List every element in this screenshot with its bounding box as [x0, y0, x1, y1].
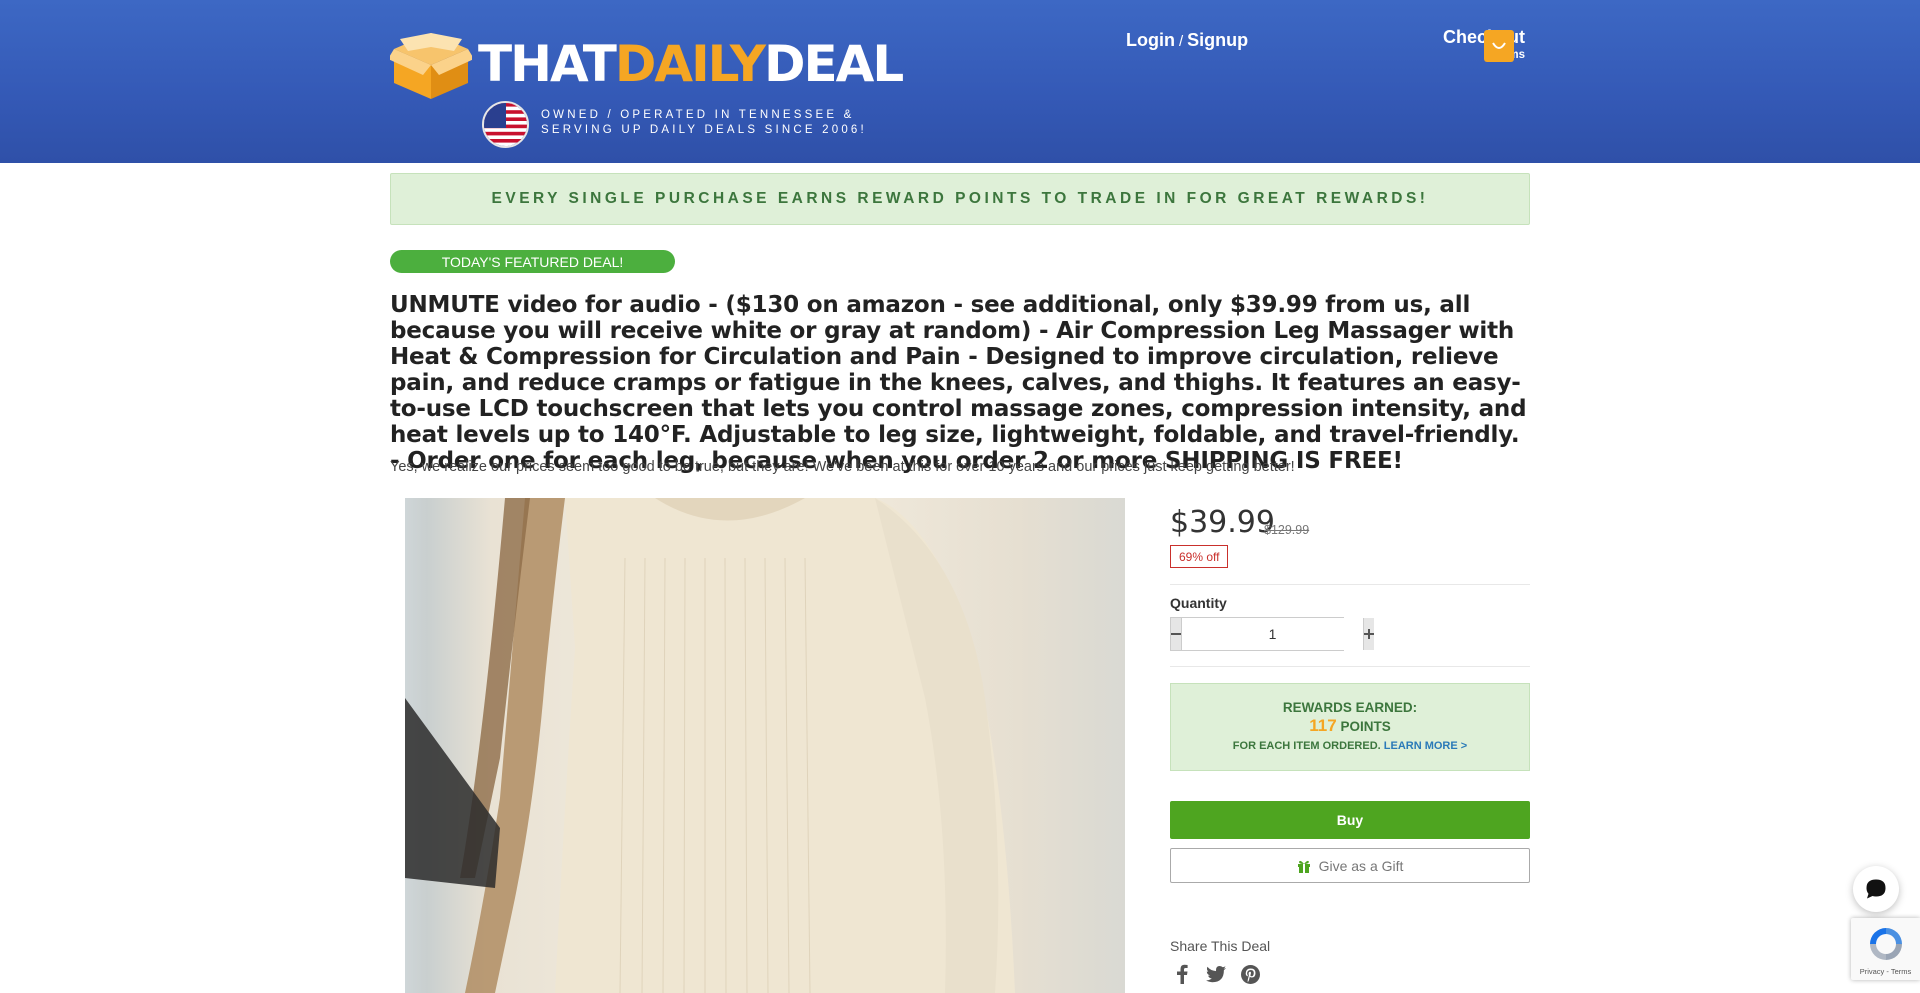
gift-icon: [1297, 860, 1310, 873]
login-separator: /: [1178, 33, 1184, 50]
rewards-earned-box: REWARDS EARNED: 117 POINTS FOR EACH ITEM…: [1170, 683, 1530, 771]
quantity-increase-button[interactable]: [1364, 618, 1374, 650]
signup-link[interactable]: Signup: [1187, 30, 1248, 50]
gift-label: Give as a Gift: [1318, 857, 1404, 874]
rewards-earned-label: REWARDS EARNED:: [1282, 700, 1418, 715]
rewards-points: 117 POINTS: [1171, 716, 1529, 736]
rewards-banner: EVERY SINGLE PURCHASE EARNS REWARD POINT…: [390, 173, 1530, 225]
recaptcha-badge[interactable]: Privacy - Terms: [1851, 918, 1920, 980]
twitter-icon[interactable]: [1206, 963, 1226, 985]
points-label: POINTS: [1340, 719, 1391, 734]
shopping-bag-icon[interactable]: [1484, 30, 1514, 62]
logo-wordmark: THATDAILYDEAL: [478, 35, 904, 93]
recaptcha-links: Privacy - Terms: [1851, 967, 1920, 976]
give-as-gift-button[interactable]: Give as a Gift: [1170, 848, 1530, 883]
login-signup: Login / Signup: [1126, 30, 1248, 51]
us-flag-icon: [482, 101, 529, 148]
site-tagline: OWNED / OPERATED IN TENNESSEE & SERVING …: [541, 109, 867, 136]
login-link[interactable]: Login: [1126, 30, 1175, 50]
quantity-label: Quantity: [1170, 595, 1227, 611]
sale-price: $39.99: [1170, 505, 1275, 540]
site-logo[interactable]: THATDAILYDEAL: [388, 28, 904, 100]
featured-deal-badge: TODAY'S FEATURED DEAL!: [390, 250, 675, 273]
product-subtitle: Yes, we realize our prices seem too good…: [390, 459, 1295, 475]
box-logo-icon: [388, 29, 474, 99]
original-price: $129.99: [1264, 523, 1310, 537]
rewards-per-item: FOR EACH ITEM ORDERED. LEARN MORE >: [1171, 740, 1529, 752]
discount-badge: 69% off: [1170, 545, 1229, 568]
quantity-input[interactable]: [1181, 618, 1364, 650]
points-value: 117: [1309, 716, 1337, 735]
recaptcha-terms-link[interactable]: Terms: [1891, 967, 1911, 976]
share-label: Share This Deal: [1170, 938, 1271, 954]
chat-widget-button[interactable]: [1853, 866, 1899, 912]
site-header: THATDAILYDEAL OWNED / OPERATED IN TENNES…: [0, 0, 1920, 163]
pinterest-icon[interactable]: [1240, 963, 1260, 985]
divider: [1170, 584, 1530, 585]
video-frame-image: [405, 498, 1015, 993]
quantity-stepper: [1170, 617, 1374, 651]
recaptcha-icon: [1869, 928, 1902, 960]
product-title: UNMUTE video for audio - ($130 on amazon…: [390, 292, 1527, 474]
plus-icon: [1364, 629, 1374, 639]
recaptcha-privacy-link[interactable]: Privacy: [1860, 967, 1885, 976]
quantity-decrease-button[interactable]: [1171, 618, 1181, 650]
per-item-text: FOR EACH ITEM ORDERED.: [1232, 740, 1381, 752]
minus-icon: [1171, 633, 1181, 635]
chat-icon: [1866, 879, 1886, 899]
facebook-icon[interactable]: [1172, 963, 1192, 985]
buy-button[interactable]: Buy: [1170, 801, 1530, 839]
share-icons: [1172, 963, 1260, 985]
product-video[interactable]: [405, 498, 1125, 993]
learn-more-link[interactable]: LEARN MORE >: [1384, 740, 1467, 752]
divider: [1170, 666, 1530, 667]
